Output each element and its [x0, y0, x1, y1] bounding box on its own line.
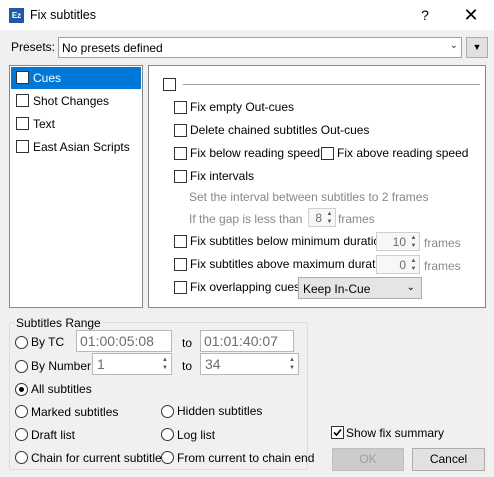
tc-to-field[interactable]: 01:01:40:07 [200, 330, 294, 352]
hidden-subtitles-label[interactable]: Hidden subtitles [177, 404, 262, 418]
number-to-spinner[interactable]: 34 ▲ ▼ [200, 353, 299, 375]
all-subtitles-radio[interactable] [15, 383, 28, 396]
number-from-spinner[interactable]: 1 ▲ ▼ [92, 353, 172, 375]
fix-overlapping-cues-checkbox[interactable] [174, 281, 187, 294]
spinner-arrows-icon[interactable]: ▲ ▼ [160, 356, 170, 372]
max-duration-spinner[interactable]: 0 ▲ ▼ [376, 255, 420, 274]
by-tc-radio[interactable] [15, 336, 28, 349]
presets-label: Presets: [11, 40, 56, 54]
cancel-button[interactable]: Cancel [412, 448, 485, 471]
checkmark-icon [333, 428, 342, 437]
category-item-shot-changes[interactable]: Shot Changes [11, 90, 141, 112]
category-label: Cues [33, 71, 62, 85]
gap-label: If the gap is less than [189, 212, 303, 226]
help-button[interactable]: ? [408, 0, 442, 31]
min-duration-value: 10 [392, 235, 406, 249]
category-checkbox[interactable] [16, 117, 29, 130]
fix-below-reading-speed-label: Fix below reading speed [190, 146, 321, 160]
category-label: Text [33, 117, 56, 131]
category-label: Shot Changes [33, 94, 110, 108]
log-list-radio[interactable] [161, 428, 174, 441]
presets-menu-button[interactable]: ▼ [466, 37, 488, 58]
log-list-label[interactable]: Log list [177, 428, 215, 442]
category-item-text[interactable]: Text [11, 113, 141, 135]
presets-dropdown[interactable]: No presets defined ⌄ [58, 37, 462, 58]
overlap-mode-value: Keep In-Cue [303, 282, 371, 296]
delete-chained-out-cues-checkbox[interactable] [174, 124, 187, 137]
close-button[interactable]: ✕ [452, 0, 490, 31]
category-checkbox[interactable] [16, 71, 29, 84]
app-icon: Ez [9, 8, 24, 23]
fix-above-max-duration-checkbox[interactable] [174, 258, 187, 271]
category-checkbox[interactable] [16, 140, 29, 153]
number-to-label: to [182, 359, 193, 373]
divider [183, 84, 480, 85]
delete-chained-out-cues-label: Delete chained subtitles Out-cues [190, 123, 370, 137]
marked-subtitles-label[interactable]: Marked subtitles [31, 405, 118, 419]
min-duration-unit: frames [424, 236, 461, 250]
current-to-end-label[interactable]: From current to chain end [177, 451, 314, 465]
min-duration-spinner[interactable]: 10 ▲ ▼ [376, 232, 420, 251]
fix-above-reading-speed-checkbox[interactable] [321, 147, 334, 160]
gap-spinner[interactable]: 8 ▲ ▼ [308, 208, 336, 227]
spinner-arrows-icon[interactable]: ▲ ▼ [409, 257, 418, 273]
title-bar: Ez Fix subtitles ? ✕ [0, 0, 494, 31]
category-item-cues[interactable]: Cues [11, 67, 141, 89]
spinner-arrows-icon[interactable]: ▲ ▼ [409, 234, 418, 250]
draft-list-label[interactable]: Draft list [31, 428, 75, 442]
all-subtitles-label[interactable]: All subtitles [31, 382, 92, 396]
fix-below-reading-speed-checkbox[interactable] [174, 147, 187, 160]
number-to-value: 34 [205, 356, 221, 372]
spinner-arrows-icon[interactable]: ▲ ▼ [325, 210, 334, 226]
show-fix-summary-label[interactable]: Show fix summary [346, 426, 444, 440]
max-duration-unit: frames [424, 259, 461, 273]
fix-overlapping-cues-label: Fix overlapping cues [190, 280, 301, 294]
triangle-down-icon: ▼ [472, 42, 482, 52]
gap-unit: frames [338, 212, 375, 226]
category-item-east-asian-scripts[interactable]: East Asian Scripts [11, 136, 141, 158]
presets-value: No presets defined [62, 41, 163, 55]
fix-intervals-label: Fix intervals [190, 169, 255, 183]
window-title: Fix subtitles [30, 8, 96, 22]
by-tc-label[interactable]: By TC [31, 335, 64, 349]
chain-current-radio[interactable] [15, 451, 28, 464]
show-fix-summary-checkbox[interactable] [331, 426, 344, 439]
chevron-down-icon: ⌄ [406, 282, 415, 293]
fix-above-max-duration-label: Fix subtitles above maximum duration [190, 257, 392, 271]
marked-subtitles-radio[interactable] [15, 405, 28, 418]
by-number-label[interactable]: By Number [31, 359, 91, 373]
category-checkbox[interactable] [16, 94, 29, 107]
fix-empty-out-cues-checkbox[interactable] [174, 101, 187, 114]
fix-intervals-checkbox[interactable] [174, 170, 187, 183]
draft-list-radio[interactable] [15, 428, 28, 441]
subtitles-range-title: Subtitles Range [14, 316, 103, 330]
spinner-arrows-icon[interactable]: ▲ ▼ [287, 356, 297, 372]
gap-value: 8 [315, 211, 322, 225]
tc-from-field[interactable]: 01:00:05:08 [76, 330, 172, 352]
tc-to-label: to [182, 336, 193, 350]
ok-button[interactable]: OK [332, 448, 404, 471]
fix-above-reading-speed-label: Fix above reading speed [337, 146, 469, 160]
overlap-mode-dropdown[interactable]: Keep In-Cue ⌄ [298, 277, 422, 299]
category-label: East Asian Scripts [33, 140, 130, 154]
interval-hint: Set the interval between subtitles to 2 … [189, 190, 429, 204]
max-duration-value: 0 [399, 258, 406, 272]
fix-below-min-duration-label: Fix subtitles below minimum duration [190, 234, 387, 248]
hidden-subtitles-radio[interactable] [161, 405, 174, 418]
cues-options-panel: Fix empty Out-cues Delete chained subtit… [148, 65, 486, 308]
chain-current-label[interactable]: Chain for current subtitle [31, 451, 162, 465]
number-from-value: 1 [97, 356, 105, 372]
fix-empty-out-cues-label: Fix empty Out-cues [190, 100, 295, 114]
current-to-end-radio[interactable] [161, 451, 174, 464]
category-list: Cues Shot Changes Text East Asian Script… [9, 65, 143, 308]
fix-below-min-duration-checkbox[interactable] [174, 235, 187, 248]
by-number-radio[interactable] [15, 360, 28, 373]
chevron-down-icon: ⌄ [449, 40, 458, 51]
select-all-checkbox[interactable] [163, 78, 176, 91]
